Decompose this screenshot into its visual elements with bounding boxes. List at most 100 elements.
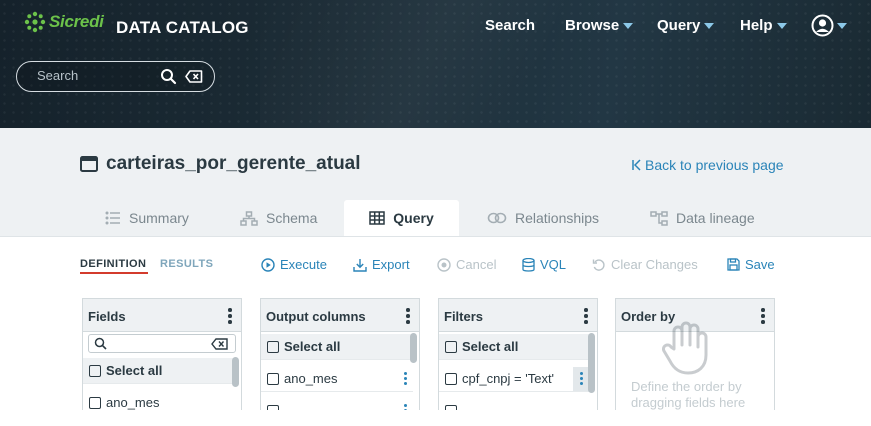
subtab-results[interactable]: RESULTS <box>160 258 213 270</box>
clear-search-icon[interactable] <box>185 70 203 83</box>
chevron-down-icon <box>776 23 787 29</box>
brand-logo[interactable]: Sicredi <box>24 11 104 33</box>
list-item[interactable] <box>439 398 591 410</box>
tab-data-lineage[interactable]: Data lineage <box>650 200 755 236</box>
more-options-icon[interactable] <box>761 308 765 326</box>
fields-search-input[interactable] <box>111 336 206 350</box>
chevron-down-icon <box>704 23 715 29</box>
nav-browse[interactable]: Browse <box>565 17 634 34</box>
tab-summary[interactable]: Summary <box>105 200 189 236</box>
checkbox[interactable] <box>267 340 279 353</box>
export-button[interactable]: Export <box>353 257 410 272</box>
user-menu[interactable] <box>811 14 847 37</box>
clear-changes-label: Clear Changes <box>611 257 698 272</box>
database-icon <box>522 257 535 272</box>
checkbox[interactable] <box>445 372 457 385</box>
lineage-icon <box>650 210 668 226</box>
tab-label: Data lineage <box>676 210 755 226</box>
more-options-icon[interactable] <box>228 308 232 326</box>
download-icon <box>353 258 367 272</box>
filters-panel: Filters Select all cpf_cnpj = 'Text' <box>438 298 598 410</box>
execute-label: Execute <box>280 257 327 272</box>
save-icon <box>727 258 740 271</box>
save-button[interactable]: Save <box>727 257 775 272</box>
filter-expression: cpf_cnpj = 'Text' <box>462 371 555 386</box>
select-all-label: Select all <box>106 363 163 378</box>
list-item[interactable]: cpf_cnpj = 'Text' <box>439 366 591 392</box>
cancel-button[interactable]: Cancel <box>437 257 496 272</box>
execute-button[interactable]: Execute <box>261 257 327 272</box>
output-columns-panel: Output columns Select all ano_mes <box>260 298 420 410</box>
nav-search[interactable]: Search <box>485 17 535 34</box>
select-all-label: Select all <box>284 339 341 354</box>
checkbox[interactable] <box>267 372 279 385</box>
stop-icon <box>437 257 451 272</box>
tab-query[interactable]: Query <box>344 200 459 236</box>
clear-search-icon[interactable] <box>211 338 228 350</box>
search-input[interactable] <box>37 68 157 83</box>
checkbox[interactable] <box>445 404 457 410</box>
user-avatar-icon <box>811 14 834 37</box>
panel-header: Fields <box>83 299 241 332</box>
row-options-icon[interactable] <box>404 372 407 387</box>
search-icon <box>94 337 107 350</box>
field-name: ano_mes <box>106 395 160 410</box>
hierarchy-icon <box>240 210 258 226</box>
nav-help[interactable]: Help <box>740 17 787 34</box>
undo-icon <box>592 258 605 271</box>
tab-label: Schema <box>266 210 318 226</box>
tab-relationships[interactable]: Relationships <box>487 200 599 236</box>
nav-browse-label: Browse <box>565 17 620 34</box>
tab-schema[interactable]: Schema <box>240 200 317 236</box>
table-icon <box>369 211 386 225</box>
chevron-down-icon <box>837 22 847 29</box>
row-options-icon[interactable] <box>404 404 407 410</box>
panel-header: Output columns <box>261 299 419 332</box>
scrollbar[interactable] <box>588 333 595 393</box>
checkbox[interactable] <box>89 396 101 409</box>
list-icon <box>105 211 120 225</box>
select-all-row[interactable]: Select all <box>439 334 591 360</box>
checkbox[interactable] <box>445 340 457 353</box>
play-icon <box>261 257 275 272</box>
nav-help-label: Help <box>740 17 773 34</box>
clear-changes-button[interactable]: Clear Changes <box>592 257 698 272</box>
more-options-icon[interactable] <box>584 308 588 326</box>
back-link[interactable]: Back to previous page <box>632 157 784 173</box>
cancel-label: Cancel <box>456 257 497 272</box>
column-name: ano_mes <box>284 371 338 386</box>
select-all-label: Select all <box>462 339 519 354</box>
vql-label: VQL <box>540 257 567 272</box>
tab-label: Relationships <box>515 210 600 226</box>
nav-query[interactable]: Query <box>657 17 715 34</box>
checkbox[interactable] <box>267 404 279 410</box>
back-link-label: Back to previous page <box>645 157 784 173</box>
checkbox[interactable] <box>89 364 101 377</box>
select-all-row[interactable]: Select all <box>261 334 413 360</box>
list-item[interactable]: ano_mes <box>83 390 235 410</box>
list-item[interactable] <box>261 398 413 410</box>
drag-hand-icon <box>662 321 708 375</box>
view-title: carteiras_por_gerente_atual <box>106 153 361 174</box>
more-options-icon[interactable] <box>406 308 410 326</box>
empty-state-text: Define the order by dragging fields here <box>631 379 746 410</box>
vql-button[interactable]: VQL <box>522 257 566 272</box>
subtab-definition[interactable]: DEFINITION <box>80 258 149 274</box>
select-all-row[interactable]: Select all <box>83 358 235 384</box>
link-icon <box>487 212 507 224</box>
fields-search <box>88 334 236 353</box>
chevron-down-icon <box>623 23 634 29</box>
panel-title: Fields <box>88 309 126 324</box>
view-icon <box>80 156 98 172</box>
nav-search-label: Search <box>485 17 536 34</box>
order-by-panel: Order by Define the order by dragging fi… <box>615 298 775 410</box>
top-header: Sicredi DATA CATALOG Search Browse Query… <box>0 0 871 128</box>
search-icon[interactable] <box>160 68 177 85</box>
scrollbar[interactable] <box>232 357 239 387</box>
scrollbar[interactable] <box>410 333 417 363</box>
back-arrow-icon <box>632 159 641 171</box>
tab-label: Query <box>393 210 434 226</box>
panel-title: Output columns <box>266 309 366 324</box>
list-item[interactable]: ano_mes <box>261 366 413 392</box>
save-label: Save <box>745 257 775 272</box>
